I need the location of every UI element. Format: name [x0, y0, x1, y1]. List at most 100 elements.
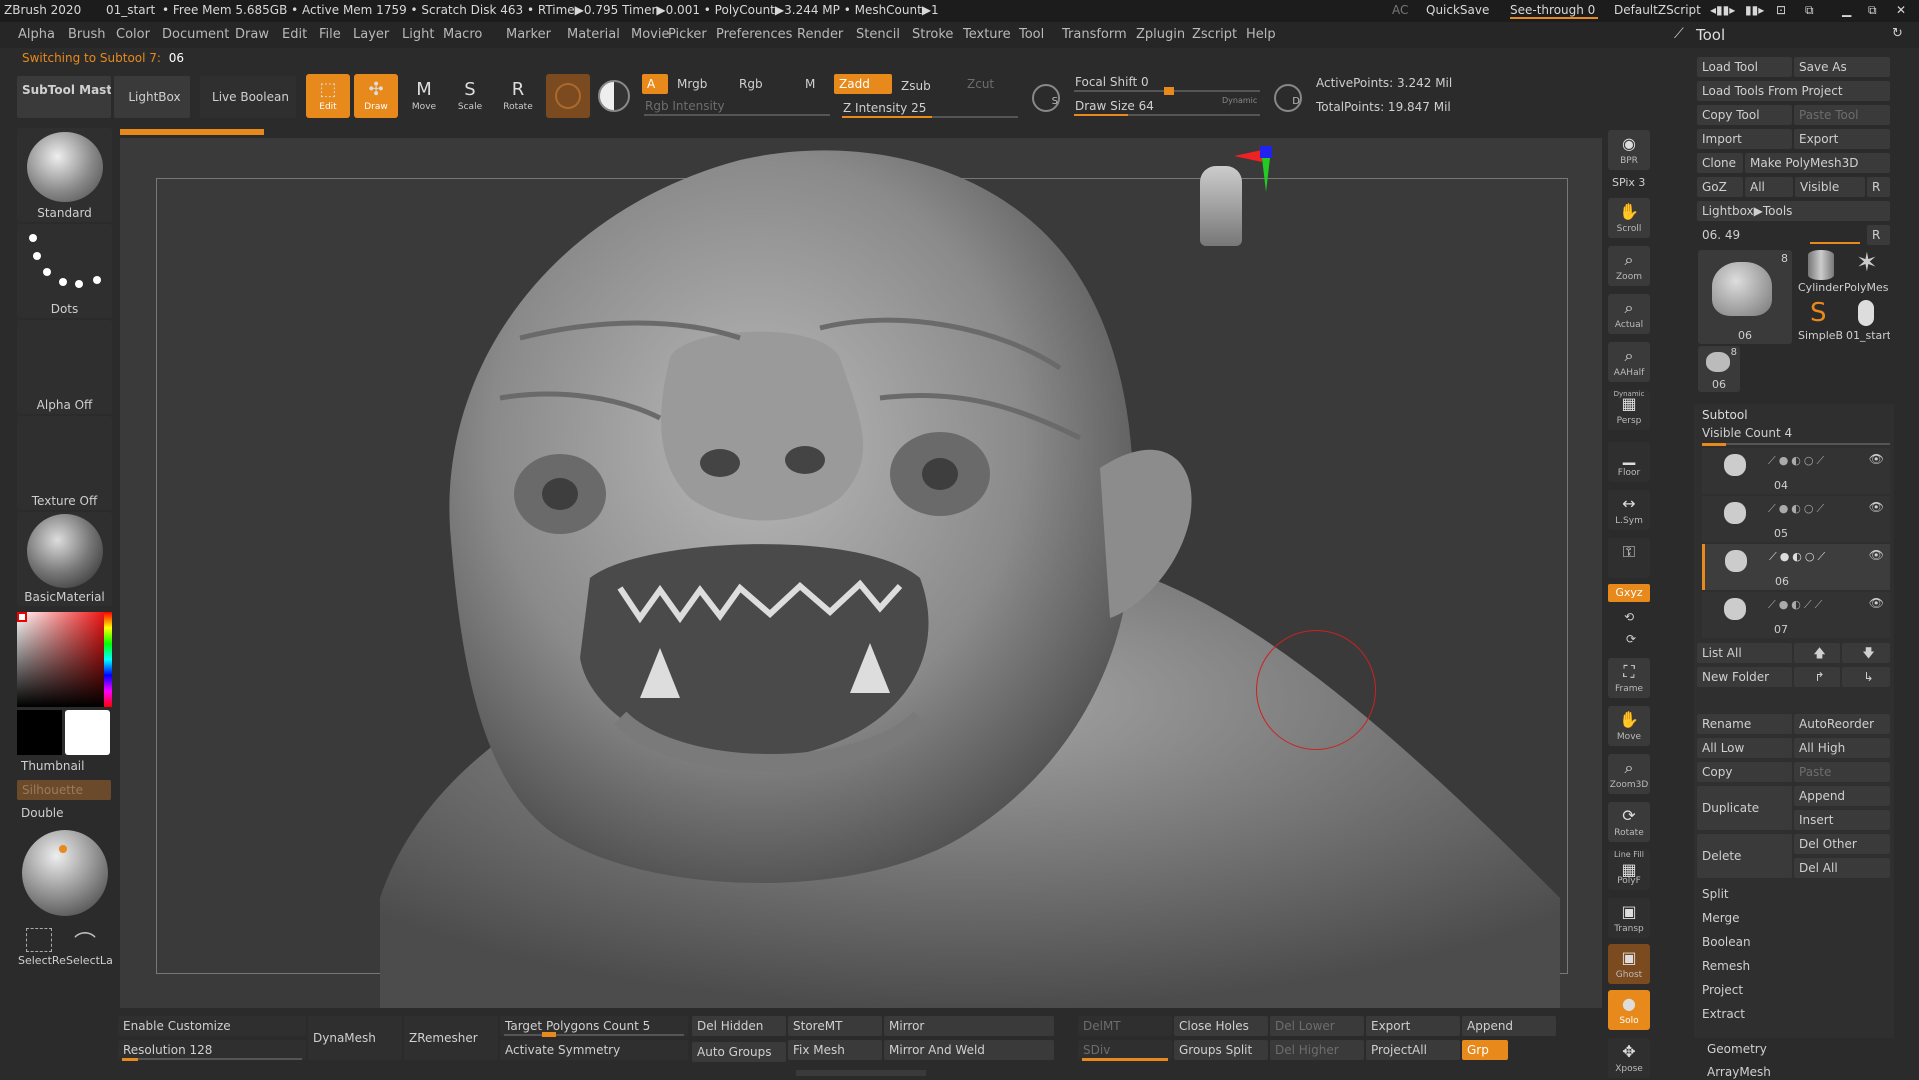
draw-button[interactable]: ✣ Draw: [354, 74, 398, 118]
grp-button[interactable]: Grp: [1462, 1040, 1508, 1060]
small-tool-thumb[interactable]: 8 06: [1698, 346, 1740, 392]
edit-button[interactable]: ⬚ Edit: [306, 74, 350, 118]
fix-mesh-button[interactable]: Fix Mesh: [788, 1040, 882, 1060]
polymesh-tool[interactable]: ✶ PolyMes: [1844, 248, 1890, 296]
auto-groups-button[interactable]: Auto Groups: [692, 1042, 786, 1062]
start-tool[interactable]: 01_start: [1844, 298, 1890, 344]
export-button[interactable]: Export: [1366, 1016, 1460, 1036]
light-position-marker[interactable]: [59, 845, 67, 853]
scale-mode-button[interactable]: S Scale: [448, 74, 492, 118]
close-holes-button[interactable]: Close Holes: [1174, 1016, 1268, 1036]
zcut-button[interactable]: Zcut: [962, 74, 1012, 94]
move-mode-button[interactable]: M Move: [402, 74, 446, 118]
layout-icon[interactable]: ▮▮▸: [1745, 3, 1764, 17]
menu-brush[interactable]: Brush: [68, 27, 106, 42]
maximize-icon[interactable]: ⧉: [1868, 3, 1877, 18]
subtool-title[interactable]: Subtool: [1702, 408, 1748, 422]
goz-all-button[interactable]: All: [1745, 177, 1793, 197]
append-button[interactable]: Append: [1462, 1016, 1556, 1036]
rgb-intensity-slider[interactable]: Rgb Intensity: [640, 96, 830, 116]
menu-texture[interactable]: Texture: [963, 27, 1011, 42]
boolean-section[interactable]: Boolean: [1697, 932, 1890, 952]
zadd-button[interactable]: Zadd: [834, 74, 892, 94]
all-high-button[interactable]: All High: [1794, 738, 1890, 758]
storemt-button[interactable]: StoreMT: [788, 1016, 882, 1036]
folder-in-icon[interactable]: ↱: [1794, 667, 1840, 687]
zsub-button[interactable]: Zsub: [896, 76, 954, 96]
project-section[interactable]: Project: [1697, 980, 1890, 1000]
hue-slider[interactable]: [104, 612, 112, 707]
mrgb-button[interactable]: Mrgb: [672, 74, 724, 94]
canvas-area[interactable]: [120, 138, 1604, 1008]
subtool-master-button[interactable]: SubTool Master: [17, 76, 111, 118]
mirror-and-weld-button[interactable]: Mirror And Weld: [884, 1040, 1054, 1060]
menu-layer[interactable]: Layer: [353, 27, 389, 42]
remesh-section[interactable]: Remesh: [1697, 956, 1890, 976]
menu-movie[interactable]: Movie: [631, 27, 669, 42]
visible-count-slider[interactable]: Visible Count 4: [1702, 426, 1792, 440]
persp-button[interactable]: Dynamic ▦ Persp: [1608, 390, 1650, 430]
all-low-button[interactable]: All Low: [1697, 738, 1792, 758]
lsym-button[interactable]: ↔ L.Sym: [1608, 490, 1650, 530]
menu-zplugin[interactable]: Zplugin: [1136, 27, 1185, 42]
subtool-row-05[interactable]: ⟋●◐○⟋ 👁 05: [1702, 496, 1890, 542]
move-view-button[interactable]: ✋ Move: [1608, 706, 1650, 746]
list-all-button[interactable]: List All: [1697, 643, 1792, 663]
menu-picker[interactable]: Picker: [668, 27, 707, 42]
thumbnail-label[interactable]: Thumbnail: [21, 759, 84, 773]
menu-stroke[interactable]: Stroke: [912, 27, 953, 42]
eye-icon[interactable]: 👁: [1869, 452, 1884, 466]
xpose-button[interactable]: ✥ Xpose: [1608, 1038, 1650, 1078]
lock-button[interactable]: ⚿: [1608, 538, 1650, 578]
menu-help[interactable]: Help: [1246, 27, 1276, 42]
menu-document[interactable]: Document: [162, 27, 229, 42]
menu-alpha[interactable]: Alpha: [18, 27, 55, 42]
subtool-toggles[interactable]: ⟋●◐○⟋: [1768, 454, 1827, 468]
draw-size-slider[interactable]: Draw Size 64: [1070, 96, 1190, 116]
rotate-view-button[interactable]: ⟳ Rotate: [1608, 802, 1650, 842]
ghost-button[interactable]: ▣ Ghost: [1608, 944, 1650, 984]
window2-icon[interactable]: ⧉: [1805, 3, 1814, 18]
import-button[interactable]: Import: [1697, 129, 1792, 149]
lightbox-tools-button[interactable]: Lightbox▶Tools: [1697, 201, 1890, 221]
menu-draw[interactable]: Draw: [235, 27, 269, 42]
load-tools-from-project-button[interactable]: Load Tools From Project: [1697, 81, 1890, 101]
menu-material[interactable]: Material: [567, 27, 620, 42]
insert-button[interactable]: Insert: [1794, 810, 1890, 830]
move-down-icon[interactable]: 🡇: [1842, 643, 1890, 663]
del-higher-button[interactable]: Del Higher: [1270, 1040, 1364, 1060]
silhouette-button[interactable]: Silhouette: [17, 780, 111, 800]
menu-zscript[interactable]: Zscript: [1192, 27, 1237, 42]
secondary-color-swatch[interactable]: [17, 710, 62, 755]
default-zscript-button[interactable]: DefaultZScript: [1614, 3, 1701, 17]
close-icon[interactable]: ✕: [1896, 3, 1906, 17]
xyz-symmetry-button[interactable]: Gxyz: [1608, 584, 1650, 602]
geometry-section[interactable]: Geometry: [1702, 1039, 1890, 1059]
folder-out-icon[interactable]: ↳: [1842, 667, 1890, 687]
subtool-row-04[interactable]: ⟋●◐○⟋ 👁 04: [1702, 448, 1890, 494]
groups-split-button[interactable]: Groups Split: [1174, 1040, 1268, 1060]
save-as-button[interactable]: Save As: [1794, 57, 1890, 77]
a-button[interactable]: A: [642, 74, 668, 94]
tool-refresh-icon[interactable]: ↻: [1892, 26, 1903, 41]
merge-section[interactable]: Merge: [1697, 908, 1890, 928]
menu-render[interactable]: Render: [797, 27, 843, 42]
solo-button[interactable]: ● Solo: [1608, 990, 1650, 1030]
eye-icon[interactable]: 👁: [1869, 548, 1884, 562]
new-folder-button[interactable]: New Folder: [1697, 667, 1792, 687]
axis-gizmo[interactable]: [1232, 144, 1284, 198]
menu-stencil[interactable]: Stencil: [856, 27, 900, 42]
dynamic-size-icon[interactable]: D: [1274, 84, 1302, 112]
delmt-button[interactable]: DelMT: [1078, 1016, 1172, 1036]
window-icon[interactable]: ⊡: [1776, 3, 1786, 17]
zoom-button[interactable]: ⌕ Zoom: [1608, 246, 1650, 286]
arraymesh-section[interactable]: ArrayMesh: [1702, 1062, 1890, 1079]
rename-button[interactable]: Rename: [1697, 714, 1792, 734]
eye-icon[interactable]: 👁: [1869, 500, 1884, 514]
dynamic-label[interactable]: Dynamic: [1222, 96, 1257, 105]
target-polygons-slider[interactable]: Target Polygons Count 5: [500, 1016, 688, 1036]
copy-subtool-button[interactable]: Copy: [1697, 762, 1792, 782]
copy-tool-button[interactable]: Copy Tool: [1697, 105, 1792, 125]
stroke-dots-thumb[interactable]: Dots: [17, 224, 112, 318]
transp-button[interactable]: ▣ Transp: [1608, 898, 1650, 938]
